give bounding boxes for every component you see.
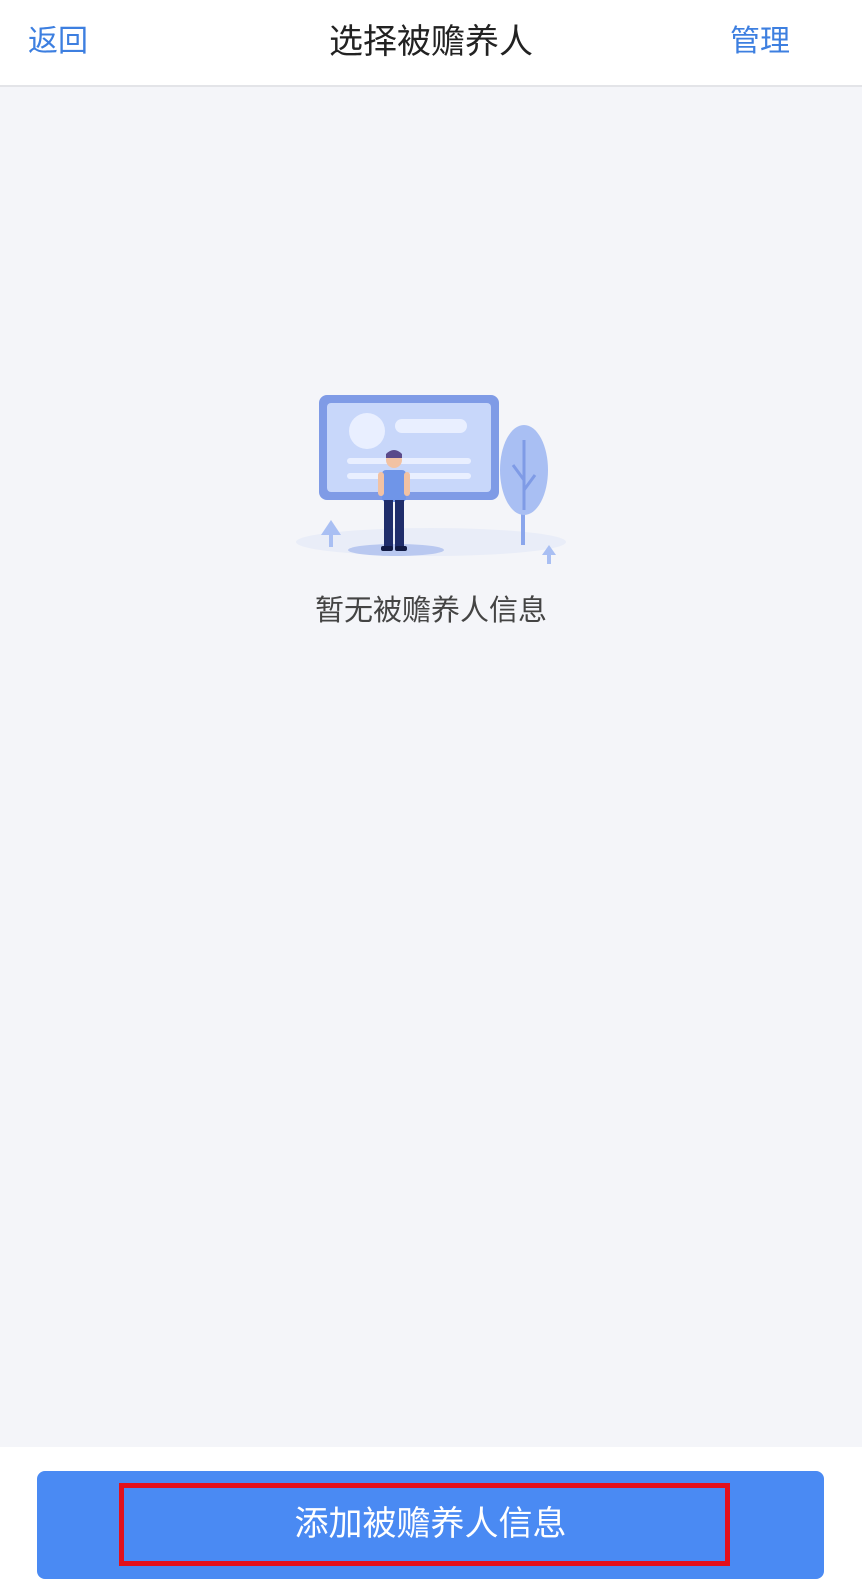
- empty-message: 暂无被赡养人信息: [314, 593, 547, 627]
- manage-button[interactable]: 管理: [730, 22, 790, 62]
- person-billboard-illustration-icon: [296, 395, 566, 564]
- add-dependent-button-label: 添加被赡养人信息: [294, 1504, 567, 1544]
- empty-state: 暂无被赡养人信息: [0, 380, 862, 630]
- nav-bar: 返回 选择被赡养人 管理: [0, 0, 862, 87]
- add-dependent-button[interactable]: 添加被赡养人信息: [37, 1471, 824, 1579]
